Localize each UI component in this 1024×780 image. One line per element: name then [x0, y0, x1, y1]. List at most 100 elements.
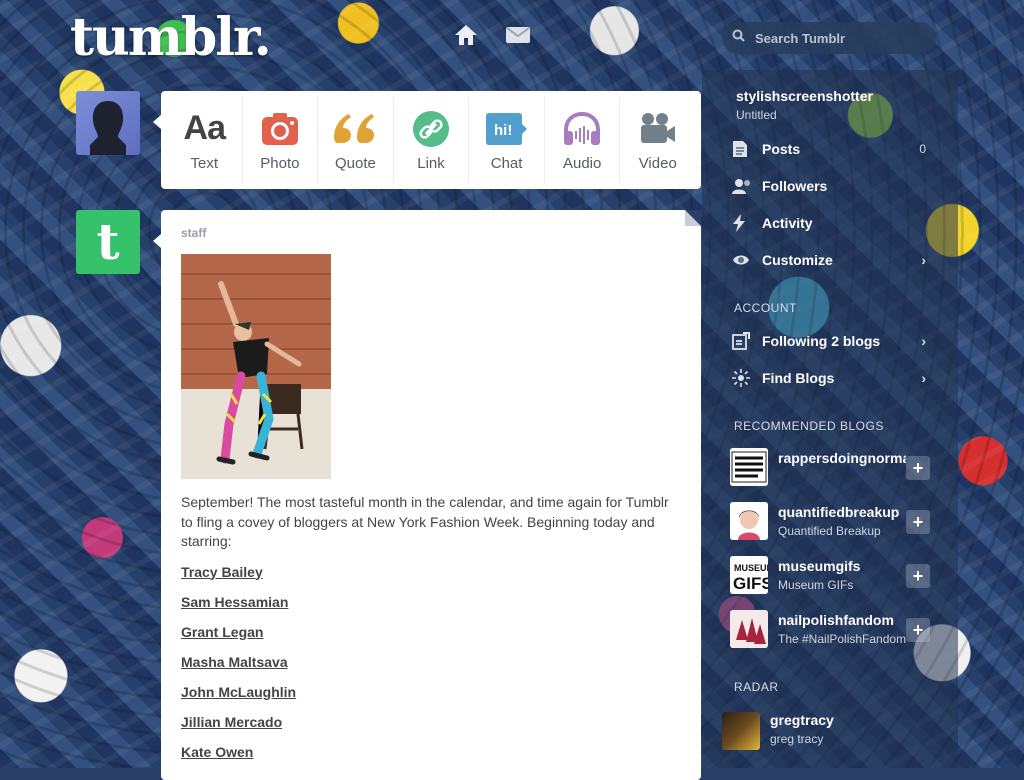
sidebar-item-label: Customize — [762, 252, 833, 268]
sidebar-item-followers[interactable]: Followers — [732, 172, 928, 200]
post-type-label: Text — [190, 154, 219, 172]
recommended-blog[interactable]: nailpolishfandom The #NailPolishFandom + — [730, 606, 930, 652]
search-box[interactable] — [722, 22, 936, 54]
radar-avatar — [722, 712, 760, 750]
post-photo[interactable] — [181, 254, 331, 479]
post-type-label: Photo — [260, 154, 300, 172]
mail-icon[interactable] — [504, 22, 532, 48]
follow-button[interactable]: + — [906, 510, 930, 534]
headphones-icon — [562, 109, 602, 149]
post-link-3[interactable]: Masha Maltsava — [181, 653, 681, 672]
post-fold-corner[interactable] — [685, 210, 701, 226]
radar-post[interactable]: gregtracy greg tracy — [722, 710, 942, 760]
post-type-chat[interactable]: hi! Chat — [469, 97, 545, 183]
recommended-blog-name: rappersdoingnormalstuff — [778, 450, 906, 466]
recommended-blog-name: quantifiedbreakup — [778, 504, 900, 520]
home-icon[interactable] — [452, 22, 480, 48]
post-type-quote[interactable]: Quote — [318, 97, 394, 183]
post-type-label: Chat — [490, 154, 523, 172]
recommended-blog-subtitle: The #NailPolishFandom — [778, 632, 906, 646]
find-blogs-icon — [732, 369, 754, 387]
post-type-label: Video — [638, 154, 677, 172]
dashboard-post: staff September! The most tasteful month… — [161, 210, 701, 780]
recommended-blog-avatar: MUSEUMGIFS — [730, 556, 768, 594]
quote-icon — [334, 109, 376, 149]
video-camera-icon — [639, 109, 677, 149]
svg-text:MUSEUM: MUSEUM — [734, 563, 768, 573]
text-icon: Aa — [183, 109, 226, 147]
post-type-label: Quote — [335, 154, 376, 172]
sidebar-item-customize[interactable]: Customize › — [732, 246, 928, 274]
recommended-blog[interactable]: quantifiedbreakup Quantified Breakup + — [730, 498, 930, 544]
svg-text:GIFS: GIFS — [733, 574, 768, 593]
top-nav — [452, 22, 532, 48]
activity-icon — [732, 214, 754, 232]
section-heading-account: ACCOUNT — [734, 301, 797, 315]
blog-title[interactable]: stylishscreenshotter — [736, 88, 873, 104]
chevron-right-icon: › — [921, 333, 926, 349]
post-link-0[interactable]: Tracy Bailey — [181, 563, 681, 582]
search-icon — [732, 29, 745, 47]
post-body: September! The most tasteful month in th… — [181, 494, 669, 549]
radar-blog-subtitle: greg tracy — [770, 732, 824, 746]
recommended-blog-subtitle: Quantified Breakup — [778, 524, 881, 538]
post-type-video[interactable]: Video — [620, 97, 695, 183]
post-link-1[interactable]: Sam Hessamian — [181, 593, 681, 612]
staff-avatar[interactable]: t — [76, 210, 140, 274]
radar-blog-name: gregtracy — [770, 712, 834, 728]
silhouette-icon — [90, 101, 126, 155]
sidebar-item-following[interactable]: Following 2 blogs › — [732, 327, 928, 355]
chevron-right-icon: › — [921, 252, 926, 268]
post-type-link[interactable]: Link — [394, 97, 470, 183]
sidebar-item-label: Following 2 blogs — [762, 333, 881, 349]
post-type-audio[interactable]: Audio — [545, 97, 621, 183]
post-type-label: Link — [417, 154, 445, 172]
post-pointer — [153, 234, 161, 248]
eye-icon — [732, 254, 754, 266]
chat-icon: hi! — [485, 109, 528, 149]
post-link-6[interactable]: Kate Owen — [181, 743, 681, 762]
follow-button[interactable]: + — [906, 456, 930, 480]
posts-icon — [732, 140, 754, 158]
follow-button[interactable]: + — [906, 618, 930, 642]
post-type-photo[interactable]: Photo — [243, 97, 319, 183]
sidebar-item-posts[interactable]: Posts 0 — [732, 135, 928, 163]
sidebar-item-label: Find Blogs — [762, 370, 835, 386]
sidebar-item-label: Followers — [762, 178, 828, 194]
recommended-blog-avatar — [730, 448, 768, 486]
post-link-5[interactable]: Jillian Mercado — [181, 713, 681, 732]
recommended-blog-subtitle: Museum GIFs — [778, 578, 854, 592]
tumblr-logo[interactable]: tumblr. — [70, 8, 272, 68]
post-link-4[interactable]: John McLaughlin — [181, 683, 681, 702]
sidebar-item-activity[interactable]: Activity — [732, 209, 928, 237]
staff-avatar-letter: t — [96, 212, 120, 271]
sidebar-item-label: Activity — [762, 215, 813, 231]
section-heading-recommended: RECOMMENDED BLOGS — [734, 419, 884, 433]
composer-pointer — [153, 115, 161, 129]
sidebar-item-find-blogs[interactable]: Find Blogs › — [732, 364, 928, 392]
search-input[interactable] — [753, 29, 927, 47]
followers-icon — [732, 178, 754, 194]
recommended-blog[interactable]: rappersdoingnormalstuff + — [730, 444, 930, 490]
link-icon — [412, 109, 450, 149]
recommended-blog-avatar — [730, 610, 768, 648]
sidebar-item-label: Posts — [762, 141, 801, 157]
posts-count: 0 — [919, 142, 926, 156]
post-author[interactable]: staff — [181, 226, 681, 240]
recommended-blog-avatar — [730, 502, 768, 540]
recommended-blog[interactable]: MUSEUMGIFS museumgifs Museum GIFs + — [730, 552, 930, 598]
following-icon — [732, 332, 754, 350]
recommended-blog-name: museumgifs — [778, 558, 861, 574]
dancer-photo-illustration — [181, 254, 331, 479]
follow-button[interactable]: + — [906, 564, 930, 588]
section-heading-radar: RADAR — [734, 680, 779, 694]
camera-icon — [261, 109, 299, 149]
svg-text:hi!: hi! — [494, 122, 512, 139]
blog-subtitle: Untitled — [736, 108, 777, 122]
post-type-text[interactable]: Aa Text — [167, 97, 243, 183]
post-type-label: Audio — [562, 154, 602, 172]
recommended-blog-name: nailpolishfandom — [778, 612, 894, 628]
chevron-right-icon: › — [921, 370, 926, 386]
post-link-2[interactable]: Grant Legan — [181, 623, 681, 642]
user-avatar[interactable] — [76, 91, 140, 155]
